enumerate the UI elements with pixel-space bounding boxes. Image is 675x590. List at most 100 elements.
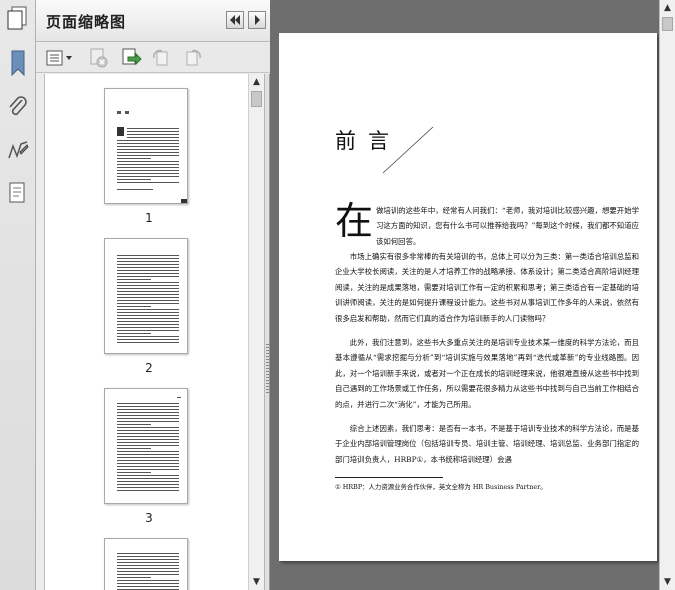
layers-icon [9,182,25,203]
thumbnail-options-icon [46,50,72,66]
document-view: 前言 在 做培训的这些年中，经常有人问我们：“老师，我对培训比较感兴趣，想要开始… [271,0,659,590]
thumbnail-text-line [117,288,179,289]
thumbnail-text-line [117,415,179,416]
chevron-right-icon [255,15,260,25]
bookmarks-panel-button[interactable] [3,48,33,78]
panel-splitter[interactable] [264,74,270,590]
thumbnail-text-line [117,303,179,304]
thumbnail-text-line [117,577,152,578]
thumbnail-text-line [117,406,179,407]
rotate-clockwise-button[interactable] [182,48,204,68]
paragraph-1: 做培训的这些年中，经常有人问我们：“老师，我对培训比较感兴趣，想要开始学习这方面… [376,206,639,246]
attachments-panel-button[interactable] [3,92,33,122]
thumbnail-text-line [117,267,179,268]
page-number-label: 2 [145,361,153,375]
thumbnail-text-line [117,330,179,331]
thumbnail-text-line [117,469,179,470]
thumbnail-text-line [117,158,152,159]
thumbnail-text-line [117,409,179,410]
thumbnail-text-line [117,583,179,584]
thumbnail-text-line [127,137,179,138]
page-thumbnail-1[interactable] [104,88,188,204]
thumbnail-text-line [117,442,179,443]
page-thumbnail-2[interactable] [104,238,188,354]
thumbnail-text-line [117,454,179,455]
thumbnail-text-line [117,565,179,566]
thumbnail-scrollbar[interactable]: ▲ ▼ [248,74,264,590]
thumbnail-text-line [117,472,152,473]
thumbnail-text-line [117,297,179,298]
rotate-counterclockwise-button[interactable] [150,48,172,68]
scroll-down-button[interactable]: ▼ [249,574,264,590]
insert-page-button[interactable] [120,48,142,68]
scroll-thumb[interactable] [662,17,673,31]
thumbnail-text-line [117,291,179,292]
document-scrollbar[interactable]: ▲ ▼ [659,0,675,590]
layers-panel-button[interactable] [3,178,33,208]
paragraph-2: 市场上确实有很多非常棒的有关培训的书，总体上可以分为三类：第一类适合培训总监和企… [335,252,639,323]
thumbnail-text-line [117,439,179,440]
thumbnail-panel: 页面缩略图 1 2 3 ▲ ▼ [36,0,270,590]
thumbnail-text-line [117,481,179,482]
rotate-ccw-icon [153,49,168,66]
thumbnail-text-line [117,448,152,449]
double-chevron-left-icon [230,15,240,25]
thumbnail-text-line [117,333,152,334]
scroll-up-button[interactable]: ▲ [249,74,264,90]
thumbnail-text-line [117,478,179,479]
scroll-thumb[interactable] [251,91,262,107]
thumbnail-text-line [117,484,179,485]
heading-slash-decoration [382,126,434,174]
thumbnail-text-line [117,568,179,569]
thumbnail-text-line [117,418,179,419]
delete-page-button[interactable] [88,48,110,68]
thumbnail-text-line [117,306,152,307]
thumbnail-text-line [117,586,179,587]
thumbnail-page-mark [177,397,181,398]
expand-panel-button[interactable] [248,11,266,29]
paragraph-4: 综合上述因素，我们思考：是否有一本书，不是基于培训专业技术的科学方法论，而是基于… [335,424,639,464]
thumbnail-text-line [117,173,179,174]
thumbnail-text-line [117,258,179,259]
thumbnail-text-line [117,466,179,467]
thumbnail-text-line [117,463,179,464]
thumbnail-text-line [117,315,179,316]
footnote-rule [335,477,443,478]
collapse-panel-button[interactable] [226,11,244,29]
thumbnail-text-line [117,285,179,286]
thumbnail-text-line [117,324,179,325]
page-number-label: 1 [145,211,153,225]
thumbnail-text-line [117,430,179,431]
thumbnail-text-line [117,143,179,144]
pages-panel-button[interactable] [3,4,33,34]
thumbnail-text-line [117,167,179,168]
thumbnail-text-line [117,487,179,488]
thumbnail-text-line [117,182,179,183]
thumbnail-text-line [117,146,179,147]
pages-icon [7,6,27,30]
thumbnail-text-line [117,403,179,404]
paragraph-3: 此外，我们注意到，这些书大多重点关注的是培训专业技术某一维度的科学方法论，而且基… [335,338,639,409]
page-thumbnail-4[interactable] [104,538,188,590]
thumbnail-text-line [117,270,179,271]
thumbnail-text-line [117,276,179,277]
thumbnail-text-line [117,155,179,156]
navigation-rail [0,0,36,590]
thumbnail-text-line [117,294,179,295]
thumbnail-text-line [117,282,179,283]
thumbnail-text-line [117,490,179,491]
signatures-panel-button[interactable] [3,136,33,166]
thumbnail-text-line [117,451,179,452]
thumbnail-text-line [117,318,179,319]
thumbnail-text-line [117,433,179,434]
thumbnail-text-line [117,255,179,256]
thumbnail-options-button[interactable] [46,48,74,68]
scroll-down-button[interactable]: ▼ [660,574,675,590]
thumbnail-text-line [117,176,179,177]
drop-cap: 在 [335,199,374,243]
thumbnail-text-line [117,161,179,162]
thumbnail-list: 1 2 3 [44,74,252,590]
scroll-up-button[interactable]: ▲ [660,0,675,16]
thumbnail-text-line [117,421,179,422]
page-thumbnail-3[interactable] [104,388,188,504]
